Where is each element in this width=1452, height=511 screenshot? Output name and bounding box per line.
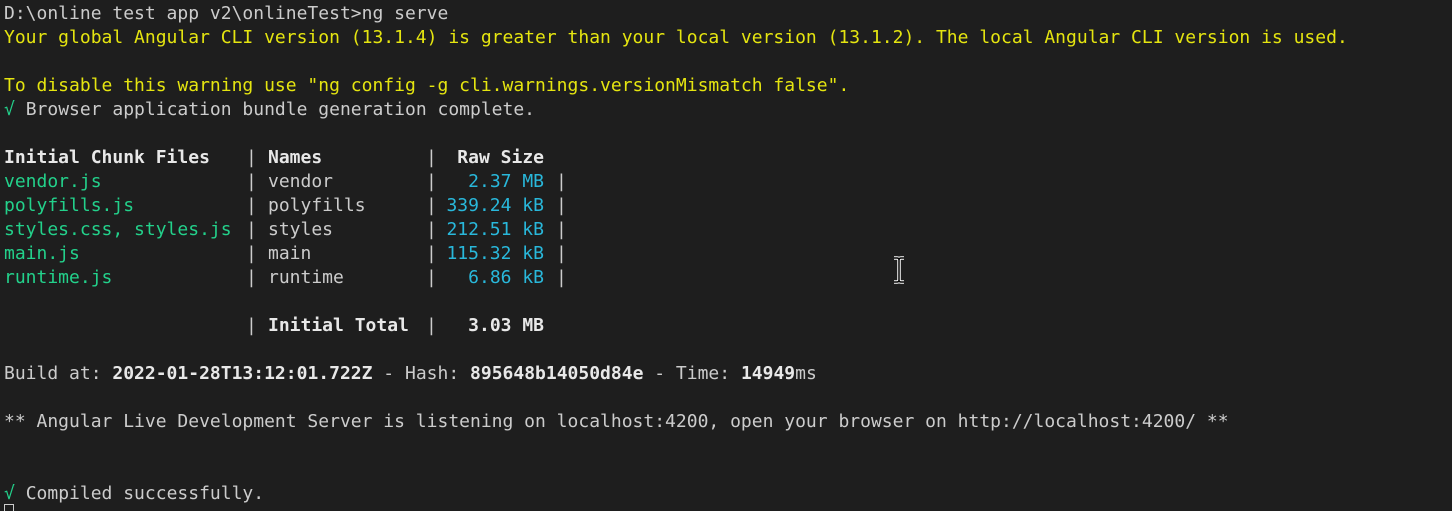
header-raw-size: Raw Size — [457, 147, 544, 168]
chunk-size: 2.37 MB — [468, 171, 544, 192]
compiled-message: Compiled successfully. — [25, 483, 265, 504]
build-at-value: 2022-01-28T13:12:01.722Z — [112, 363, 373, 384]
chunk-name: main — [268, 243, 312, 264]
table-row: styles.css, styles.js | styles | 212.51 … — [4, 218, 604, 242]
version-warning: Your global Angular CLI version (13.1.4)… — [4, 27, 1348, 48]
chunk-size: 339.24 kB — [446, 195, 544, 216]
hash-value: 895648b14050d84e — [470, 363, 644, 384]
column-separator: | — [556, 171, 567, 192]
time-unit: ms — [795, 363, 817, 384]
table-row: runtime.js | runtime | 6.86 kB | — [4, 266, 604, 290]
column-separator: | — [246, 147, 257, 168]
chunk-file: styles.css, styles.js — [4, 219, 232, 240]
chunk-file: polyfills.js — [4, 195, 135, 216]
chunk-size: 212.51 kB — [446, 219, 544, 240]
column-separator: | — [426, 195, 437, 216]
bundle-message: Browser application bundle generation co… — [25, 99, 536, 120]
disable-warning-hint: To disable this warning use "ng config -… — [4, 75, 850, 96]
table-row: vendor.js | vendor | 2.37 MB | — [4, 170, 604, 194]
chunk-file: main.js — [4, 243, 80, 264]
terminal-window[interactable]: { "terminal": { "prompt": "D:\\online te… — [0, 0, 1452, 511]
time-label: - Time: — [643, 363, 741, 384]
table-row: polyfills.js | polyfills | 339.24 kB | — [4, 194, 604, 218]
ibeam-icon — [894, 256, 904, 284]
prompt-text: D:\online test app v2\onlineTest> — [4, 3, 362, 24]
build-info: Build at: 2022-01-28T13:12:01.722Z - Has… — [4, 362, 817, 386]
header-names: Names — [268, 147, 323, 168]
chunk-name: styles — [268, 219, 334, 240]
command-text: ng serve — [361, 3, 449, 24]
terminal-cursor — [4, 504, 14, 511]
column-separator: | — [426, 267, 437, 288]
column-separator: | — [246, 243, 257, 264]
column-separator: | — [556, 243, 567, 264]
hash-label: - Hash: — [372, 363, 471, 384]
chunk-size: 6.86 kB — [468, 267, 544, 288]
column-separator: | — [246, 219, 257, 240]
check-icon: √ — [4, 99, 15, 120]
chunk-name: runtime — [268, 267, 344, 288]
column-separator: | — [556, 267, 567, 288]
server-message: ** Angular Live Development Server is li… — [4, 411, 1229, 432]
chunk-file: vendor.js — [4, 171, 102, 192]
chunk-file: runtime.js — [4, 267, 113, 288]
column-separator: | — [556, 195, 567, 216]
chunk-table-header: Initial Chunk Files | Names | Raw Size — [4, 146, 604, 170]
column-separator: | — [426, 315, 437, 336]
column-separator: | — [246, 315, 257, 336]
chunk-name: vendor — [268, 171, 334, 192]
column-separator: | — [426, 171, 437, 192]
column-separator: | — [556, 219, 567, 240]
column-separator: | — [426, 243, 437, 264]
table-row: main.js | main | 115.32 kB | — [4, 242, 604, 266]
chunk-size: 115.32 kB — [446, 243, 544, 264]
header-files: Initial Chunk Files — [4, 147, 210, 168]
bundle-status: √ Browser application bundle generation … — [4, 98, 535, 122]
check-icon: √ — [4, 483, 15, 504]
command-line: D:\online test app v2\onlineTest>ng serv… — [4, 2, 448, 26]
column-separator: | — [246, 195, 257, 216]
compile-status: √ Compiled successfully. — [4, 482, 264, 506]
build-at-label: Build at: — [4, 363, 113, 384]
column-separator: | — [426, 147, 437, 168]
time-value: 14949 — [740, 363, 796, 384]
table-total-row: | Initial Total | 3.03 MB — [4, 314, 604, 338]
column-separator: | — [426, 219, 437, 240]
total-label: Initial Total — [268, 315, 409, 336]
column-separator: | — [246, 267, 257, 288]
chunk-name: polyfills — [268, 195, 366, 216]
total-size: 3.03 MB — [468, 315, 544, 336]
column-separator: | — [246, 171, 257, 192]
